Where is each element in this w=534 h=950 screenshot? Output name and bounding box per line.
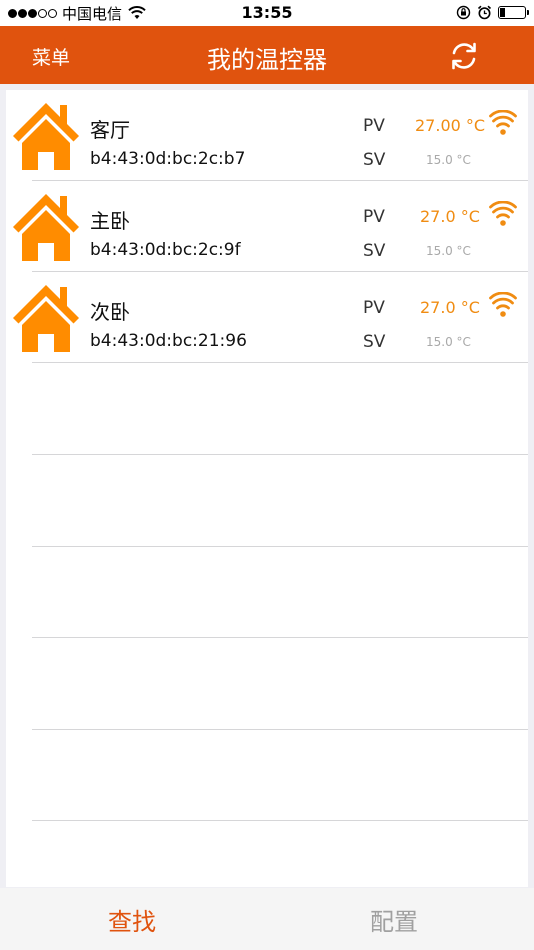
device-name: 主卧 (90, 209, 130, 233)
pv-value: 27.00 °C (415, 116, 486, 135)
pv-label: PV (363, 116, 385, 136)
tab-config[interactable]: 配置 (370, 902, 418, 937)
sv-label: SV (363, 150, 386, 170)
row-divider (32, 362, 528, 363)
battery-icon (498, 6, 529, 19)
device-mac: b4:43:0d:bc:2c:9f (90, 240, 241, 260)
pv-label: PV (363, 298, 385, 318)
sv-label: SV (363, 332, 386, 352)
sv-value: 15.0 °C (426, 244, 471, 258)
tab-bar: 查找 配置 (0, 888, 534, 950)
device-mac: b4:43:0d:bc:21:96 (90, 331, 247, 351)
device-list: 客厅 b4:43:0d:bc:2c:b7 PV 27.00 °C SV 15.0… (6, 90, 528, 887)
house-icon (13, 194, 79, 261)
sv-value: 15.0 °C (426, 153, 471, 167)
row-divider (32, 729, 528, 730)
house-icon (13, 103, 79, 170)
alarm-icon (477, 5, 492, 20)
wifi-signal-icon (489, 201, 517, 226)
status-bar: 中国电信 13:55 (0, 0, 534, 26)
status-right (450, 5, 529, 20)
device-row[interactable]: 次卧 b4:43:0d:bc:21:96 PV 27.0 °C SV 15.0 … (6, 272, 528, 363)
device-row[interactable]: 客厅 b4:43:0d:bc:2c:b7 PV 27.00 °C SV 15.0… (6, 90, 528, 181)
sv-value: 15.0 °C (426, 335, 471, 349)
refresh-icon[interactable] (448, 40, 480, 72)
wifi-signal-icon (489, 292, 517, 317)
pv-value: 27.0 °C (420, 207, 480, 226)
orientation-lock-icon (456, 5, 471, 20)
row-divider (32, 820, 528, 821)
row-divider (32, 546, 528, 547)
pv-value: 27.0 °C (420, 298, 480, 317)
device-row[interactable]: 主卧 b4:43:0d:bc:2c:9f PV 27.0 °C SV 15.0 … (6, 181, 528, 272)
row-divider (32, 637, 528, 638)
sv-label: SV (363, 241, 386, 261)
nav-bar: 菜单 我的温控器 (0, 26, 534, 84)
device-name: 次卧 (90, 300, 130, 324)
pv-label: PV (363, 207, 385, 227)
row-divider (32, 454, 528, 455)
house-icon (13, 285, 79, 352)
wifi-signal-icon (489, 110, 517, 135)
device-mac: b4:43:0d:bc:2c:b7 (90, 149, 246, 169)
tab-find[interactable]: 查找 (108, 902, 156, 937)
device-name: 客厅 (90, 118, 130, 142)
